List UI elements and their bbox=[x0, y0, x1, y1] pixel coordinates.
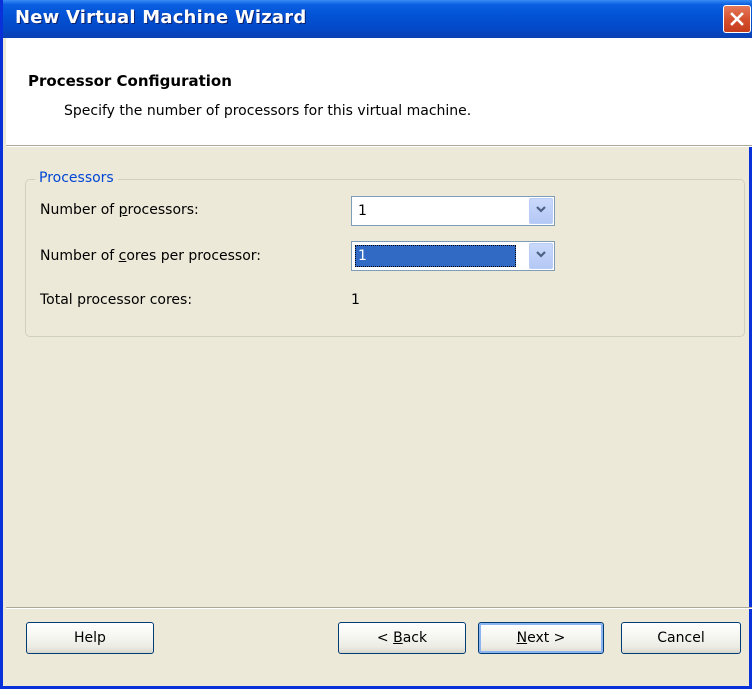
next-label-accesskey: N bbox=[516, 630, 528, 646]
cores-label: Number of cores per processor: bbox=[40, 248, 261, 264]
processors-dropdown-button[interactable] bbox=[529, 198, 553, 224]
back-label-pre: < bbox=[376, 630, 394, 646]
processors-select-value: 1 bbox=[358, 203, 367, 219]
cores-select[interactable]: 1 bbox=[351, 241, 555, 271]
processors-label-post: rocessors: bbox=[127, 202, 199, 218]
next-button-label: Next > bbox=[517, 630, 566, 646]
processors-label-pre: Number of bbox=[40, 202, 119, 218]
window-title: New Virtual Machine Wizard bbox=[15, 7, 307, 28]
chevron-down-icon bbox=[535, 203, 547, 219]
back-button[interactable]: < Back bbox=[338, 622, 466, 654]
total-cores-label: Total processor cores: bbox=[40, 292, 193, 308]
cores-select-value: 1 bbox=[355, 245, 516, 267]
processors-label: Number of processors: bbox=[40, 202, 199, 218]
cores-label-post: ores per processor: bbox=[126, 248, 262, 264]
chevron-down-icon bbox=[535, 248, 547, 264]
close-button[interactable] bbox=[723, 5, 751, 33]
footer-divider-highlight bbox=[6, 608, 752, 609]
title-bar[interactable]: New Virtual Machine Wizard bbox=[3, 0, 752, 38]
processors-select[interactable]: 1 bbox=[351, 196, 555, 226]
cancel-button-label: Cancel bbox=[657, 630, 705, 646]
page-subtitle: Specify the number of processors for thi… bbox=[64, 103, 472, 119]
next-button[interactable]: Next > bbox=[478, 622, 604, 654]
processors-group-legend: Processors bbox=[35, 170, 118, 186]
page-title: Processor Configuration bbox=[28, 72, 232, 90]
next-label-post: ext > bbox=[527, 630, 566, 646]
close-icon bbox=[729, 11, 745, 27]
cancel-button[interactable]: Cancel bbox=[621, 622, 741, 654]
help-button-label: Help bbox=[74, 630, 106, 646]
total-cores-value: 1 bbox=[351, 292, 360, 308]
back-button-label: < Back bbox=[377, 630, 427, 646]
cores-label-pre: Number of bbox=[40, 248, 119, 264]
processors-label-accesskey: p bbox=[118, 202, 128, 218]
back-label-post: ack bbox=[402, 630, 428, 646]
back-label-accesskey: B bbox=[393, 630, 403, 646]
cores-dropdown-button[interactable] bbox=[529, 243, 553, 269]
header-divider bbox=[6, 146, 752, 147]
help-button[interactable]: Help bbox=[26, 622, 154, 654]
header-panel: Processor Configuration Specify the numb… bbox=[6, 38, 752, 146]
wizard-window: New Virtual Machine Wizard Processor Con… bbox=[0, 0, 752, 689]
